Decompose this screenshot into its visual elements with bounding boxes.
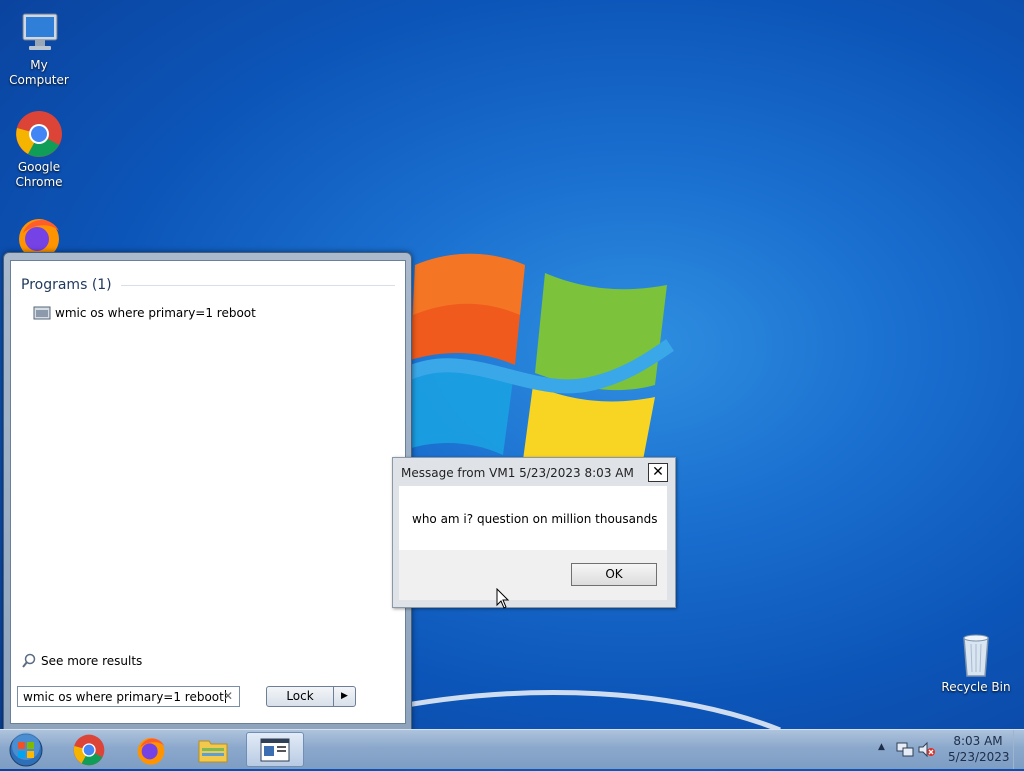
message-dialog: Message from VM1 5/23/2023 8:03 AM ✕ who…	[392, 457, 676, 608]
wallpaper-swoosh	[380, 690, 781, 733]
see-more-label: See more results	[41, 654, 143, 668]
dialog-title: Message from VM1 5/23/2023 8:03 AM	[401, 466, 634, 480]
chrome-icon	[15, 110, 63, 158]
dialog-footer: OK	[399, 550, 667, 600]
folder-icon	[198, 740, 228, 762]
desktop-icon-recycle-bin[interactable]: Recycle Bin	[938, 630, 1014, 695]
program-result-item[interactable]: wmic os where primary=1 reboot	[29, 303, 260, 323]
divider	[121, 285, 395, 286]
taskbar: ▲ 8:03 AM 5/23/2023	[0, 729, 1024, 769]
search-results-pane: Programs (1) wmic os where primary=1 reb…	[10, 260, 406, 724]
start-menu: Programs (1) wmic os where primary=1 reb…	[3, 252, 412, 732]
taskbar-explorer-button[interactable]	[186, 732, 240, 767]
taskbar-chrome-button[interactable]	[62, 732, 116, 767]
desktop-icon-label: My Computer	[9, 58, 69, 87]
show-desktop-button[interactable]	[1013, 730, 1024, 769]
window-app-icon	[260, 738, 290, 761]
desktop-icon-label: Recycle Bin	[941, 680, 1011, 694]
system-tray: ▲ 8:03 AM 5/23/2023	[864, 730, 1024, 769]
clear-search-icon[interactable]: ✕	[223, 689, 233, 703]
desktop-icon-google-chrome[interactable]: Google Chrome	[0, 110, 79, 190]
clock-time[interactable]: 8:03 AM	[948, 734, 1008, 748]
chrome-icon	[73, 734, 105, 765]
program-result-label: wmic os where primary=1 reboot	[55, 306, 256, 320]
search-input-value: wmic os where primary=1 reboot	[23, 689, 224, 704]
network-icon[interactable]	[896, 741, 914, 758]
close-icon[interactable]: ✕	[648, 463, 668, 482]
mouse-cursor-icon	[496, 588, 510, 609]
firefox-icon	[137, 737, 165, 765]
programs-header: Programs (1)	[21, 277, 112, 293]
power-options-arrow-button[interactable]: ▶	[333, 686, 356, 707]
desktop-icon-my-computer[interactable]: My Computer	[0, 8, 79, 88]
cmd-program-icon	[33, 306, 51, 320]
dialog-message: who am i? question on million thousands	[412, 512, 658, 526]
clock-date[interactable]: 5/23/2023	[948, 750, 1010, 764]
lock-button[interactable]: Lock	[266, 686, 334, 707]
volume-muted-icon[interactable]	[918, 741, 936, 758]
computer-icon	[15, 8, 63, 56]
show-hidden-icons-button[interactable]: ▲	[878, 742, 885, 752]
search-icon	[22, 653, 36, 668]
start-button[interactable]	[7, 732, 45, 768]
dialog-body: who am i? question on million thousands	[399, 486, 667, 550]
taskbar-firefox-button[interactable]	[124, 732, 178, 767]
desktop-icon-label: Google Chrome	[15, 160, 63, 189]
recycle-bin-icon	[952, 630, 1000, 678]
ok-button[interactable]: OK	[571, 563, 657, 586]
start-search-input[interactable]: wmic os where primary=1 reboot ✕	[17, 686, 240, 707]
windows-logo-wallpaper	[405, 253, 674, 460]
taskbar-message-window-button[interactable]	[246, 732, 304, 767]
windows-orb-icon	[9, 732, 43, 767]
see-more-results-link[interactable]: See more results	[21, 653, 142, 669]
